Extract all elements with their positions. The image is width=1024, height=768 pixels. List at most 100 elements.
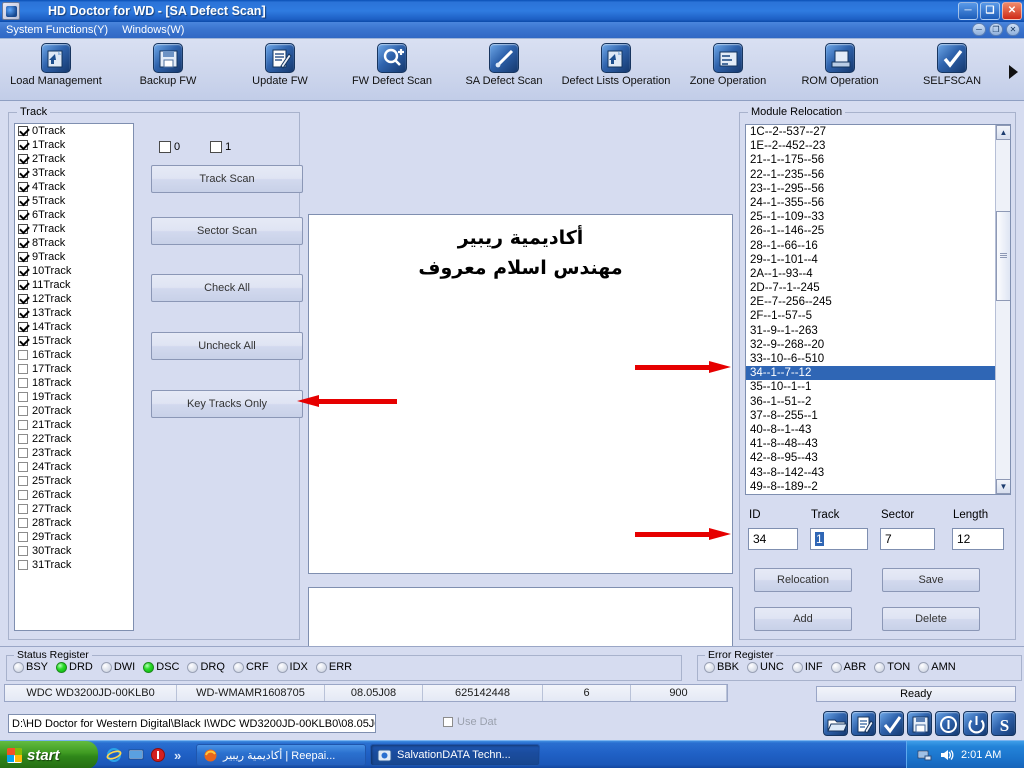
track-checkbox[interactable]: [18, 392, 28, 402]
track-list-item[interactable]: 15Track: [15, 334, 133, 348]
track-checkbox[interactable]: [18, 378, 28, 388]
head-flag-checkbox[interactable]: [159, 141, 171, 153]
track-list-item[interactable]: 16Track: [15, 348, 133, 362]
track-list-item[interactable]: 27Track: [15, 502, 133, 516]
track-checkbox[interactable]: [18, 532, 28, 542]
quick-launch-overflow[interactable]: »: [174, 748, 181, 763]
track-list-item[interactable]: 13Track: [15, 306, 133, 320]
track-checkbox[interactable]: [18, 224, 28, 234]
mdi-close-button[interactable]: ✕: [1006, 23, 1020, 36]
track-list-item[interactable]: 19Track: [15, 390, 133, 404]
open-folder-icon[interactable]: [823, 711, 848, 736]
track-checkbox[interactable]: [18, 350, 28, 360]
module-relocation-item[interactable]: 29--1--101--4: [746, 253, 995, 267]
track-checkbox[interactable]: [18, 266, 28, 276]
track-checkbox[interactable]: [18, 140, 28, 150]
track-list-item[interactable]: 1Track: [15, 138, 133, 152]
track-checkbox[interactable]: [18, 434, 28, 444]
track-list-item[interactable]: 14Track: [15, 320, 133, 334]
head-flag-1[interactable]: 1: [210, 141, 231, 153]
track-list-item[interactable]: 18Track: [15, 376, 133, 390]
module-relocation-item[interactable]: 35--10--1--1: [746, 380, 995, 394]
use-dat-checkbox[interactable]: [443, 717, 453, 727]
toolbar-button-rom-operation[interactable]: ROM Operation: [784, 43, 896, 97]
menu-item-windows[interactable]: Windows(W): [122, 24, 184, 36]
toolbar-button-fw-defect-scan[interactable]: FW Defect Scan: [336, 43, 448, 97]
track-list-item[interactable]: 2Track: [15, 152, 133, 166]
path-input[interactable]: D:\HD Doctor for Western Digital\Black I…: [8, 714, 376, 733]
toolbar-button-load-management[interactable]: Load Management: [0, 43, 112, 97]
track-list-item[interactable]: 24Track: [15, 460, 133, 474]
track-checkbox[interactable]: [18, 308, 28, 318]
toolbar-button-update-fw[interactable]: Update FW: [224, 43, 336, 97]
menu-item-system-functions[interactable]: System Functions(Y): [6, 24, 108, 36]
track-input[interactable]: 1: [810, 528, 868, 550]
track-list-item[interactable]: 3Track: [15, 166, 133, 180]
info-icon[interactable]: [935, 711, 960, 736]
sector-input[interactable]: 7: [880, 528, 935, 550]
track-list-item[interactable]: 30Track: [15, 544, 133, 558]
track-checkbox[interactable]: [18, 280, 28, 290]
start-button[interactable]: start: [0, 741, 98, 768]
module-relocation-item[interactable]: 2F--1--57--5: [746, 309, 995, 323]
module-relocation-item[interactable]: 42--8--95--43: [746, 451, 995, 465]
module-relocation-item[interactable]: 21--1--175--56: [746, 153, 995, 167]
module-relocation-item[interactable]: 2D--7--1--245: [746, 281, 995, 295]
track-scan-button[interactable]: Track Scan: [151, 165, 303, 193]
module-relocation-item[interactable]: 49--8--189--2: [746, 480, 995, 494]
track-list[interactable]: 0Track 1Track 2Track 3Track 4Track 5Track 6Tra…: [14, 123, 134, 631]
track-checkbox[interactable]: [18, 182, 28, 192]
track-checkbox[interactable]: [18, 154, 28, 164]
track-checkbox[interactable]: [18, 196, 28, 206]
track-list-item[interactable]: 12Track: [15, 292, 133, 306]
module-relocation-item[interactable]: 23--1--295--56: [746, 182, 995, 196]
track-checkbox[interactable]: [18, 504, 28, 514]
s-letter-icon[interactable]: S: [991, 711, 1016, 736]
track-checkbox[interactable]: [18, 490, 28, 500]
scan-map-panel[interactable]: [308, 214, 733, 574]
track-checkbox[interactable]: [18, 210, 28, 220]
id-input[interactable]: 34: [748, 528, 798, 550]
module-relocation-item[interactable]: 2E--7--256--245: [746, 295, 995, 309]
taskbar-task-salvationdata[interactable]: SalvationDATA Techn...: [370, 744, 540, 766]
scrollbar-thumb[interactable]: [996, 211, 1010, 301]
mdi-minimize-button[interactable]: ─: [972, 23, 986, 36]
track-checkbox[interactable]: [18, 168, 28, 178]
track-checkbox[interactable]: [18, 126, 28, 136]
module-relocation-item[interactable]: 33--10--6--510: [746, 352, 995, 366]
module-relocation-item[interactable]: 28--1--66--16: [746, 239, 995, 253]
track-checkbox[interactable]: [18, 336, 28, 346]
toolbar-button-selfscan[interactable]: SELFSCAN: [896, 43, 1008, 97]
track-checkbox[interactable]: [18, 476, 28, 486]
track-checkbox[interactable]: [18, 364, 28, 374]
track-list-item[interactable]: 6Track: [15, 208, 133, 222]
head-flag-checkbox[interactable]: [210, 141, 223, 153]
power-icon[interactable]: [963, 711, 988, 736]
track-checkbox[interactable]: [18, 406, 28, 416]
track-list-item[interactable]: 31Track: [15, 558, 133, 572]
chevron-up-icon[interactable]: ▲: [996, 125, 1010, 140]
head-flag-0[interactable]: 0: [159, 141, 180, 153]
track-list-item[interactable]: 9Track: [15, 250, 133, 264]
check-all-button[interactable]: Check All: [151, 274, 303, 302]
track-checkbox[interactable]: [18, 448, 28, 458]
toolbar-button-zone-operation[interactable]: Zone Operation: [672, 43, 784, 97]
show-desktop-icon[interactable]: [128, 747, 144, 763]
add-button[interactable]: Add: [754, 607, 852, 631]
close-button[interactable]: ✕: [1002, 2, 1022, 20]
track-list-item[interactable]: 0Track: [15, 124, 133, 138]
module-relocation-item[interactable]: 31--9--1--263: [746, 324, 995, 338]
module-relocation-item[interactable]: 24--1--355--56: [746, 196, 995, 210]
module-relocation-item[interactable]: 36--1--51--2: [746, 395, 995, 409]
uncheck-all-button[interactable]: Uncheck All: [151, 332, 303, 360]
track-checkbox[interactable]: [18, 294, 28, 304]
track-checkbox[interactable]: [18, 546, 28, 556]
mdi-restore-button[interactable]: ❐: [989, 23, 1003, 36]
module-relocation-list[interactable]: 1C--2--537--27 1E--2--452--23 21--1--175--…: [745, 124, 1011, 495]
track-list-item[interactable]: 26Track: [15, 488, 133, 502]
module-relocation-item[interactable]: 37--8--255--1: [746, 409, 995, 423]
chevron-down-icon[interactable]: ▼: [996, 479, 1010, 494]
delete-button[interactable]: Delete: [882, 607, 980, 631]
maximize-button[interactable]: ❑: [980, 2, 1000, 20]
track-list-item[interactable]: 25Track: [15, 474, 133, 488]
